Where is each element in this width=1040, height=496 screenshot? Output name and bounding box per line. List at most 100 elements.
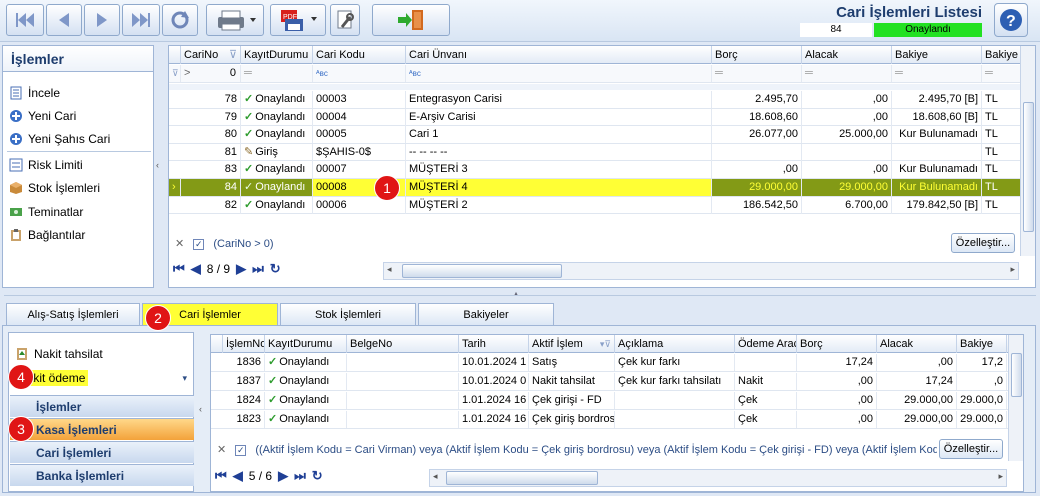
prev-page-icon[interactable]: ◀ <box>191 261 201 277</box>
vscroll-thumb[interactable] <box>1011 353 1022 397</box>
export-pdf-button[interactable]: PDF <box>270 4 326 36</box>
table-row[interactable]: 1836 ✓ Onaylandı 10.01.2024 1 Satış Çek k… <box>211 354 1009 372</box>
carino-filter-cell[interactable]: >0 <box>181 65 241 82</box>
table-row[interactable]: 82 ✓ Onaylandı 00006 MÜŞTERİ 2 186.542,50… <box>169 196 1021 215</box>
pb-filter-cell[interactable]: ═ <box>982 65 1021 82</box>
horizontal-splitter[interactable]: ▴ <box>0 289 1040 301</box>
scroll-left-icon: ◂ <box>387 264 392 274</box>
scroll-thumb[interactable] <box>402 264 562 278</box>
next-record-button[interactable] <box>84 4 120 36</box>
previous-record-button[interactable] <box>46 4 82 36</box>
col-kayitdurumu[interactable]: KayıtDurumu <box>265 335 347 353</box>
col-islemno[interactable]: İşlemNo <box>223 335 265 353</box>
col-carino[interactable]: CariNo ⊽ <box>181 46 241 64</box>
table-row[interactable]: 79 ✓ Onaylandı 00004 E-Arşiv Carisi 18.60… <box>169 108 1021 127</box>
clear-filter-icon[interactable]: ✕ <box>217 444 226 456</box>
kasa-horizontal-scrollbar[interactable]: ◂ ▸ <box>429 469 1007 487</box>
risk-limit-item[interactable]: Risk Limiti <box>9 156 83 174</box>
col-cari-unvani[interactable]: Cari Ünvanı <box>406 46 712 64</box>
clear-filter-icon[interactable]: ✕ <box>175 238 184 250</box>
new-cari-item[interactable]: Yeni Cari <box>9 107 76 125</box>
tab-bakiyeler[interactable]: Bakiyeler <box>418 303 554 325</box>
kod-filter-cell[interactable]: ᴬʙᴄ <box>313 65 406 82</box>
alacak-filter-cell[interactable]: ═ <box>802 65 892 82</box>
borc-filter-cell[interactable]: ═ <box>712 65 802 82</box>
col-borc[interactable]: Borç <box>712 46 802 64</box>
grid-spacer <box>169 84 1021 90</box>
col-belgeno[interactable]: BelgeNo <box>347 335 459 353</box>
table-row[interactable]: 1824 ✓ Onaylandı 1.01.2024 16 Çek girişi … <box>211 392 1009 410</box>
nav-islemler[interactable]: İşlemler <box>10 395 194 417</box>
col-kayitdurumu[interactable]: KayıtDurumu <box>241 46 313 64</box>
guarantees-item[interactable]: Teminatlar <box>9 203 83 221</box>
col-bakiye[interactable]: Bakiye <box>957 335 1007 353</box>
table-row[interactable]: 80 ✓ Onaylandı 00005 Cari 1 26.077,00 25.… <box>169 126 1021 144</box>
table-row[interactable]: 1837 ✓ Onaylandı 10.01.2024 0 Nakit tahsi… <box>211 373 1009 391</box>
exit-button[interactable] <box>372 4 450 36</box>
col-aciklama[interactable]: Açıklama <box>615 335 735 353</box>
cell-pb: TL <box>982 91 1021 108</box>
collapse-panel-arrow[interactable]: ‹ <box>156 160 159 170</box>
selected-table-row[interactable]: › 84 ✓ Onaylandı 00008 MÜŞTERİ 4 29.000,0… <box>169 179 1021 197</box>
last-page-icon[interactable]: ⏭ <box>252 261 264 277</box>
first-page-icon[interactable]: ⏮ <box>215 468 227 484</box>
chevron-down-icon[interactable]: ▾ <box>182 373 187 384</box>
tab-stok-islemleri[interactable]: Stok İşlemleri <box>280 303 416 325</box>
refresh-page-icon[interactable]: ↻ <box>312 468 323 484</box>
cell-bakiye: 2.495,70 [B] <box>892 91 982 108</box>
vscroll-thumb[interactable] <box>1023 102 1034 232</box>
check-icon: ✓ <box>268 394 278 406</box>
col-borc[interactable]: Borç <box>797 335 877 353</box>
col-tarih[interactable]: Tarih <box>459 335 529 353</box>
nav-cari-islemleri[interactable]: Cari İşlemleri <box>10 441 194 463</box>
stock-operations-item[interactable]: Stok İşlemleri <box>9 179 100 197</box>
last-record-button[interactable] <box>122 4 160 36</box>
filter-enable-checkbox[interactable]: ✓ <box>193 239 205 250</box>
refresh-page-icon[interactable]: ↻ <box>270 261 281 277</box>
customize-button[interactable]: Özelleştir... <box>951 233 1015 253</box>
first-record-button[interactable] <box>6 4 44 36</box>
next-page-icon[interactable]: ▶ <box>236 261 246 277</box>
durum-filter-cell[interactable]: ═ <box>241 65 313 82</box>
nav-kasa-islemleri[interactable]: Kasa İşlemleri <box>10 418 194 440</box>
print-button[interactable] <box>206 4 264 36</box>
scroll-thumb[interactable] <box>446 471 598 485</box>
inspect-item[interactable]: İncele <box>9 84 60 102</box>
new-person-cari-item[interactable]: Yeni Şahıs Cari <box>9 130 110 148</box>
filter-expression[interactable]: (CariNo > 0) <box>213 238 273 250</box>
first-page-icon[interactable]: ⏮ <box>173 261 185 277</box>
unvan-filter-cell[interactable]: ᴬʙᴄ <box>406 65 712 82</box>
col-bakiye[interactable]: Bakiye <box>892 46 982 64</box>
bakiye-filter-cell[interactable]: ═ <box>892 65 982 82</box>
col-aktif-islem[interactable]: Aktif İşlem ▾⊽ <box>529 335 615 353</box>
col-bakiye-pb[interactable]: Bakiye P <box>982 46 1021 64</box>
horizontal-scrollbar[interactable]: ◂ ▸ <box>383 262 1019 280</box>
nav-banka-islemleri[interactable]: Banka İşlemleri <box>10 464 194 486</box>
col-odeme-araci[interactable]: Ödeme Aracı <box>735 335 797 353</box>
col-alacak[interactable]: Alacak <box>802 46 892 64</box>
table-row-cancelled[interactable]: 1823 ✓ Onaylandı 1.01.2024 16 Çek giriş b… <box>211 411 1009 429</box>
last-page-icon[interactable]: ⏭ <box>294 468 306 484</box>
collapse-lower-panel-arrow[interactable]: ‹ <box>199 404 202 414</box>
help-button[interactable]: ? <box>994 3 1028 37</box>
kasa-vertical-scrollbar[interactable] <box>1008 335 1023 461</box>
prev-page-icon[interactable]: ◀ <box>233 468 243 484</box>
customize-button[interactable]: Özelleştir... <box>939 439 1003 459</box>
next-page-icon[interactable]: ▶ <box>278 468 288 484</box>
refresh-button[interactable] <box>162 4 198 36</box>
filter-icon[interactable]: ⊽ <box>229 46 237 64</box>
table-row[interactable]: 78 ✓ Onaylandı 00003 Entegrasyon Carisi 2… <box>169 91 1021 109</box>
col-cari-kodu[interactable]: Cari Kodu <box>313 46 406 64</box>
col-alacak[interactable]: Alacak <box>877 335 957 353</box>
filter-expression[interactable]: ((Aktif İşlem Kodu = Cari Virman) veya (… <box>255 444 937 456</box>
table-row[interactable]: 81 ✎ Giriş $ŞAHIS-0$ -- -- -- -- TL <box>169 143 1021 162</box>
tab-alis-satis[interactable]: Alış-Satış İşlemleri <box>6 303 140 325</box>
table-row[interactable]: 83 ✓ Onaylandı 00007 MÜŞTERİ 3 ,00 ,00 Ku… <box>169 161 1021 179</box>
settings-tool-button[interactable] <box>330 4 360 36</box>
vertical-scrollbar[interactable] <box>1020 46 1035 256</box>
nakit-tahsilat-item[interactable]: Nakit tahsilat <box>15 345 103 363</box>
nakit-odeme-item[interactable]: Nakit ödeme ▾ <box>15 369 187 387</box>
filter-enable-checkbox[interactable]: ✓ <box>235 445 247 456</box>
cell-tarih: 1.01.2024 16 <box>459 411 529 428</box>
connections-item[interactable]: Bağlantılar <box>9 226 85 244</box>
